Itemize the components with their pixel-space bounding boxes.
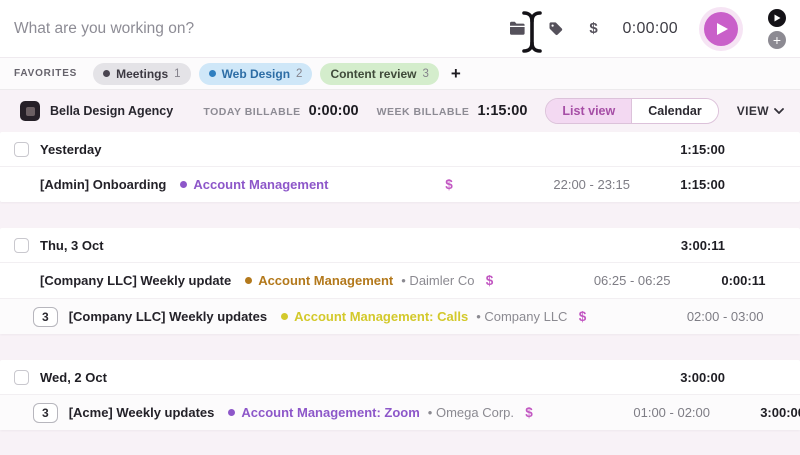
favorite-pill[interactable]: Web Design 2 xyxy=(199,63,313,85)
time-entry-row[interactable]: [Company LLC] Weekly update Account Manag… xyxy=(0,262,800,298)
billable-dollar-icon[interactable]: $ xyxy=(585,20,603,38)
entry-duration: 3:00:00 xyxy=(788,309,800,324)
timer-readout: 0:00:00 xyxy=(623,20,678,38)
list-view-tab[interactable]: List view xyxy=(546,99,631,123)
grouped-entries-count-badge[interactable]: 3 xyxy=(33,307,58,327)
entry-billable-icon[interactable]: $ xyxy=(567,309,597,324)
entry-duration: 0:00:11 xyxy=(695,273,765,288)
timer-bar: What are you working on? $ 0:00:00 + xyxy=(0,0,800,58)
favorite-label: Content review xyxy=(330,67,416,81)
entry-description: [Company LLC] Weekly update xyxy=(40,273,231,288)
day-total-duration: 3:00:11 xyxy=(655,238,725,253)
day-title: Thu, 3 Oct xyxy=(40,238,104,253)
day-section: Yesterday 1:15:00 [Admin] Onboarding Accoun… xyxy=(0,132,800,202)
day-total-duration: 1:15:00 xyxy=(655,142,725,157)
entry-time-range: 02:00 - 03:00 xyxy=(645,309,763,324)
entry-description: [Company LLC] Weekly updates xyxy=(69,309,267,324)
start-timer-button[interactable] xyxy=(704,12,738,46)
project-name: Account Management: Zoom xyxy=(241,405,419,420)
view-dropdown[interactable]: VIEW xyxy=(737,104,784,118)
time-entry-list: Yesterday 1:15:00 [Admin] Onboarding Accoun… xyxy=(0,132,800,430)
mini-timer-mode-button[interactable] xyxy=(768,9,786,27)
entry-right-controls: $06:25 - 06:25 0:00:11 xyxy=(474,273,800,288)
entry-client: • Omega Corp. xyxy=(428,405,514,420)
project-name: Account Management xyxy=(258,273,393,288)
project-color-dot xyxy=(281,313,288,320)
entry-billable-icon[interactable]: $ xyxy=(434,177,464,192)
select-day-checkbox[interactable] xyxy=(14,238,29,253)
day-section: Wed, 2 Oct 3:00:00 3 [Acme] Weekly updates A… xyxy=(0,360,800,430)
entry-billable-icon[interactable]: $ xyxy=(514,405,544,420)
entry-project[interactable]: Account Management xyxy=(245,273,393,288)
entry-right-controls: $02:00 - 03:00 3:00:00 xyxy=(567,309,800,324)
project-name: Account Management xyxy=(193,177,328,192)
mini-add-entry-button[interactable]: + xyxy=(768,31,786,49)
favorite-label: Web Design xyxy=(222,67,290,81)
entry-description: [Acme] Weekly updates xyxy=(69,405,215,420)
chevron-down-icon xyxy=(774,108,784,114)
tag-icon[interactable] xyxy=(547,20,565,38)
timer-description-input[interactable]: What are you working on? xyxy=(14,20,194,38)
project-folder-icon[interactable] xyxy=(509,20,527,38)
grouped-entries-count-badge[interactable]: 3 xyxy=(33,403,58,423)
project-color-dot xyxy=(180,181,187,188)
favorite-count: 3 xyxy=(422,68,428,80)
day-total-duration: 3:00:00 xyxy=(655,370,725,385)
workspace-name: Bella Design Agency xyxy=(50,104,173,118)
day-section-header: Yesterday 1:15:00 xyxy=(0,132,800,166)
favorite-pill[interactable]: Content review 3 xyxy=(320,63,438,85)
entry-duration: 1:15:00 xyxy=(655,177,725,192)
entry-time-range: 06:25 - 06:25 xyxy=(552,273,670,288)
entry-project[interactable]: Account Management xyxy=(180,177,328,192)
favorites-bar: FAVORITES Meetings 1 Web Design 2 Content re… xyxy=(0,58,800,90)
select-day-checkbox[interactable] xyxy=(14,142,29,157)
select-day-checkbox[interactable] xyxy=(14,370,29,385)
entry-client: • Company LLC xyxy=(476,309,567,324)
entry-right-controls: $22:00 - 23:15 1:15:00 xyxy=(434,177,800,192)
favorite-dot-icon xyxy=(209,70,216,77)
favorite-count: 1 xyxy=(174,68,180,80)
entry-time-range: 01:00 - 02:00 xyxy=(592,405,710,420)
favorite-pill[interactable]: Meetings 1 xyxy=(93,63,190,85)
today-billable-value: 0:00:00 xyxy=(309,103,359,119)
project-color-dot xyxy=(228,409,235,416)
entry-time-range: 22:00 - 23:15 xyxy=(512,177,630,192)
project-name: Account Management: Calls xyxy=(294,309,468,324)
favorite-count: 2 xyxy=(296,68,302,80)
view-dropdown-label: VIEW xyxy=(737,104,769,118)
week-billable-value: 1:15:00 xyxy=(477,103,527,119)
day-title: Wed, 2 Oct xyxy=(40,370,107,385)
entry-client: • Daimler Co xyxy=(401,273,474,288)
day-section: Thu, 3 Oct 3:00:11 [Company LLC] Weekly up… xyxy=(0,228,800,334)
time-entry-row[interactable]: 3 [Acme] Weekly updates Account Management… xyxy=(0,394,800,430)
time-entry-row[interactable]: [Admin] Onboarding Account Management $22:… xyxy=(0,166,800,202)
entry-project[interactable]: Account Management: Zoom xyxy=(228,405,419,420)
entry-right-controls: $01:00 - 02:00 3:00:00 xyxy=(514,405,800,420)
entry-duration: 3:00:00 xyxy=(735,405,800,420)
favorite-label: Meetings xyxy=(116,67,168,81)
week-billable-label: WEEK BILLABLE xyxy=(377,106,470,118)
entry-description: [Admin] Onboarding xyxy=(40,177,166,192)
workspace-header: Bella Design Agency TODAY BILLABLE 0:00:… xyxy=(0,90,800,132)
day-title: Yesterday xyxy=(40,142,101,157)
add-favorite-button[interactable]: + xyxy=(451,65,461,82)
calendar-view-tab[interactable]: Calendar xyxy=(631,99,718,123)
favorite-dot-icon xyxy=(103,70,110,77)
time-entry-row[interactable]: 3 [Company LLC] Weekly updates Account Man… xyxy=(0,298,800,334)
view-mode-toggle: List view Calendar xyxy=(545,98,718,124)
day-section-header: Wed, 2 Oct 3:00:00 xyxy=(0,360,800,394)
project-color-dot xyxy=(245,277,252,284)
entry-billable-icon[interactable]: $ xyxy=(474,273,504,288)
entry-project[interactable]: Account Management: Calls xyxy=(281,309,468,324)
day-section-header: Thu, 3 Oct 3:00:11 xyxy=(0,228,800,262)
today-billable-label: TODAY BILLABLE xyxy=(203,106,300,118)
favorites-label: FAVORITES xyxy=(14,68,77,79)
workspace-logo-icon xyxy=(20,101,40,121)
